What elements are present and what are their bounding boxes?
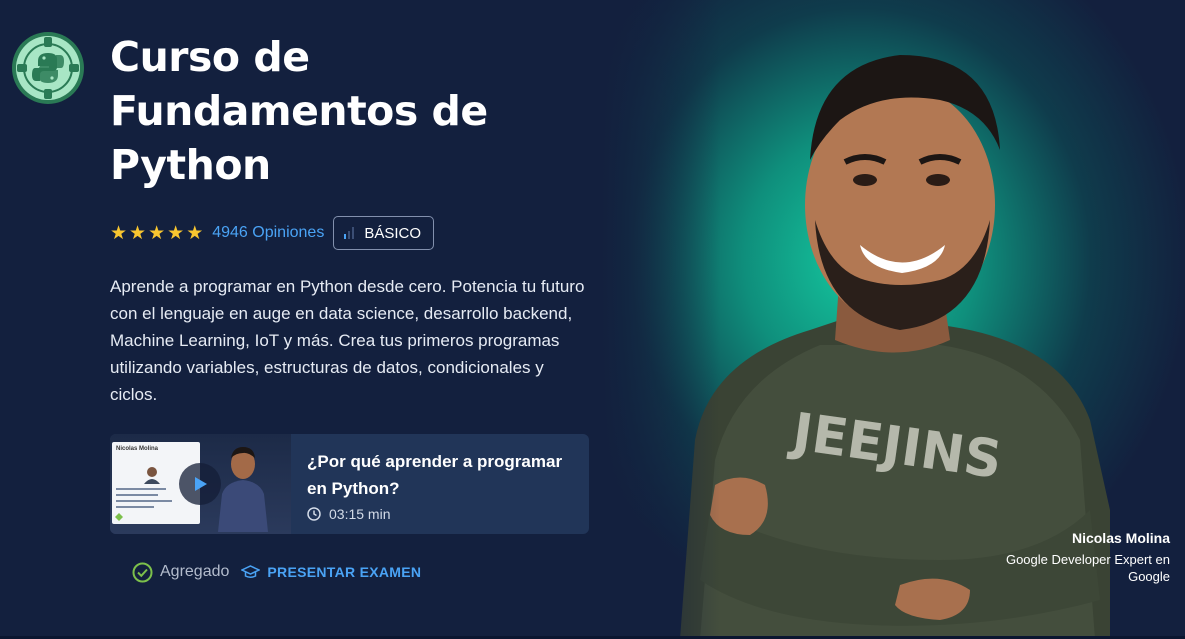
platzi-logo-icon — [115, 513, 123, 521]
video-thumbnail[interactable]: Nicolas Molina — [110, 434, 291, 534]
duration-label: 03:15 min — [329, 506, 391, 522]
avatar — [144, 467, 160, 484]
course-title-line: Curso de — [110, 33, 310, 81]
take-exam-button[interactable]: PRESENTAR EXAMEN — [241, 564, 421, 580]
course-description: Aprende a programar en Python desde cero… — [110, 277, 585, 404]
course-title-line: Python — [110, 141, 271, 189]
video-title[interactable]: ¿Por qué aprender a programar en Python? — [307, 448, 577, 502]
added-label: Agregado — [160, 563, 230, 580]
level-label: BÁSICO — [364, 224, 422, 242]
graduation-cap-icon — [241, 565, 261, 578]
video-duration: 03:15 min — [307, 506, 390, 522]
check-circle-icon — [132, 562, 153, 582]
teacher-role: Google Developer Expert en Google — [1005, 552, 1170, 584]
course-title-line: Fundamentos de — [110, 87, 488, 135]
star-icon: ★ — [186, 222, 204, 244]
teacher-name: Nicolas Molina — [1071, 530, 1170, 546]
background-fade — [600, 0, 720, 639]
opinions-link[interactable]: 4946 Opiniones — [212, 224, 324, 242]
play-icon[interactable] — [179, 463, 221, 505]
star-icon: ★ — [167, 222, 185, 244]
clock-icon — [307, 507, 321, 521]
level-bars-icon — [344, 227, 355, 239]
instructor-thumb-figure — [218, 447, 268, 532]
star-icon: ★ — [148, 222, 166, 244]
star-icon: ★ — [110, 222, 128, 244]
course-hero: JEEJINS Curso de Fundamentos de Python ★… — [0, 0, 1185, 639]
rating-row: ★ ★ ★ ★ ★ 4946 Opiniones BÁSICO — [110, 216, 435, 250]
teacher-info: Nicolas Molina Google Developer Expert e… — [980, 530, 1170, 585]
take-exam-label: PRESENTAR EXAMEN — [267, 564, 422, 580]
thumbnail-slide-title: Nicolas Molina — [116, 446, 159, 452]
level-badge: BÁSICO — [333, 216, 435, 250]
course-actions: Agregado PRESENTAR EXAMEN — [132, 561, 421, 583]
course-title: Curso de Fundamentos de Python — [110, 30, 570, 192]
star-icon: ★ — [129, 222, 147, 244]
intro-video-card[interactable]: Nicolas Molina ¿Por qué aprender a progr… — [110, 434, 589, 534]
rating-stars: ★ ★ ★ ★ ★ — [110, 224, 203, 243]
added-status[interactable]: Agregado — [132, 562, 229, 583]
python-badge-icon — [12, 32, 84, 104]
